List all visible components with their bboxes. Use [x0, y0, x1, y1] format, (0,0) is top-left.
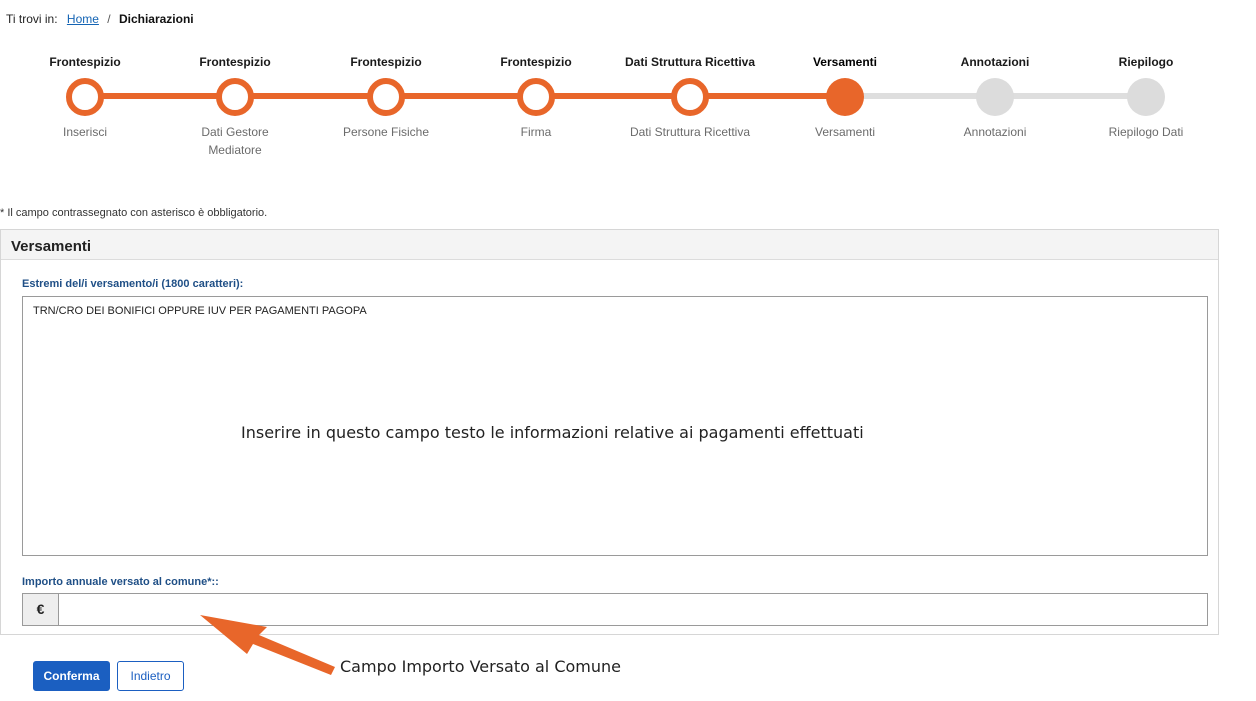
euro-currency-addon: € [22, 593, 59, 626]
step-2-title: Frontespizio [199, 55, 271, 69]
step-6-circle[interactable] [826, 78, 864, 116]
step-2-subtitle: Dati Gestore Mediatore [201, 125, 269, 157]
step-4-title: Frontespizio [500, 55, 572, 69]
step-2-circle[interactable] [216, 78, 254, 116]
breadcrumb-home-link[interactable]: Home [67, 12, 99, 26]
step-1-title: Frontespizio [49, 55, 121, 69]
arrow-annotation-label: Campo Importo Versato al Comune [340, 657, 621, 676]
breadcrumb-prefix: Ti trovi in: [6, 12, 58, 26]
confirm-button[interactable]: Conferma [33, 661, 110, 691]
annotation-arrow-icon [200, 615, 335, 675]
panel-title: Versamenti [11, 238, 92, 255]
breadcrumb: Ti trovi in: Home / Dichiarazioni [6, 12, 194, 26]
step-1-circle[interactable] [66, 78, 104, 116]
step-7-subtitle: Annotazioni [963, 125, 1027, 139]
required-field-note: * Il campo contrassegnato con asterisco … [0, 207, 268, 219]
breadcrumb-separator: / [107, 12, 111, 26]
breadcrumb-current: Dichiarazioni [118, 12, 194, 26]
payments-field-label: Estremi del/i versamento/i (1800 caratte… [22, 278, 244, 290]
amount-field-label: Importo annuale versato al comune*:: [22, 576, 219, 588]
step-7-title: Annotazioni [960, 55, 1030, 69]
step-3-circle[interactable] [367, 78, 405, 116]
step-5-title: Dati Struttura Ricettiva [624, 55, 756, 69]
step-1-subtitle: Inserisci [62, 125, 107, 139]
panel-header [1, 230, 1218, 260]
step-8-subtitle: Riepilogo Dati [1108, 125, 1184, 139]
step-5-circle[interactable] [671, 78, 709, 116]
back-button[interactable]: Indietro [117, 661, 184, 691]
step-3-subtitle: Persone Fisiche [342, 125, 430, 139]
step-4-circle[interactable] [517, 78, 555, 116]
payments-textarea-value: TRN/CRO DEI BONIFICI OPPURE IUV PER PAGA… [33, 305, 367, 317]
step-6-subtitle: Versamenti [814, 125, 876, 139]
stepper-progress-bar-done [85, 93, 840, 99]
step-5-subtitle: Dati Struttura Ricettiva [629, 125, 751, 139]
textarea-annotation: Inserire in questo campo testo le inform… [241, 423, 864, 442]
step-3-title: Frontespizio [350, 55, 422, 69]
step-8-circle[interactable] [1127, 78, 1165, 116]
step-4-subtitle: Firma [520, 125, 552, 139]
step-6-title: Versamenti [812, 55, 878, 69]
step-7-circle[interactable] [976, 78, 1014, 116]
step-8-title: Riepilogo [1118, 55, 1174, 69]
